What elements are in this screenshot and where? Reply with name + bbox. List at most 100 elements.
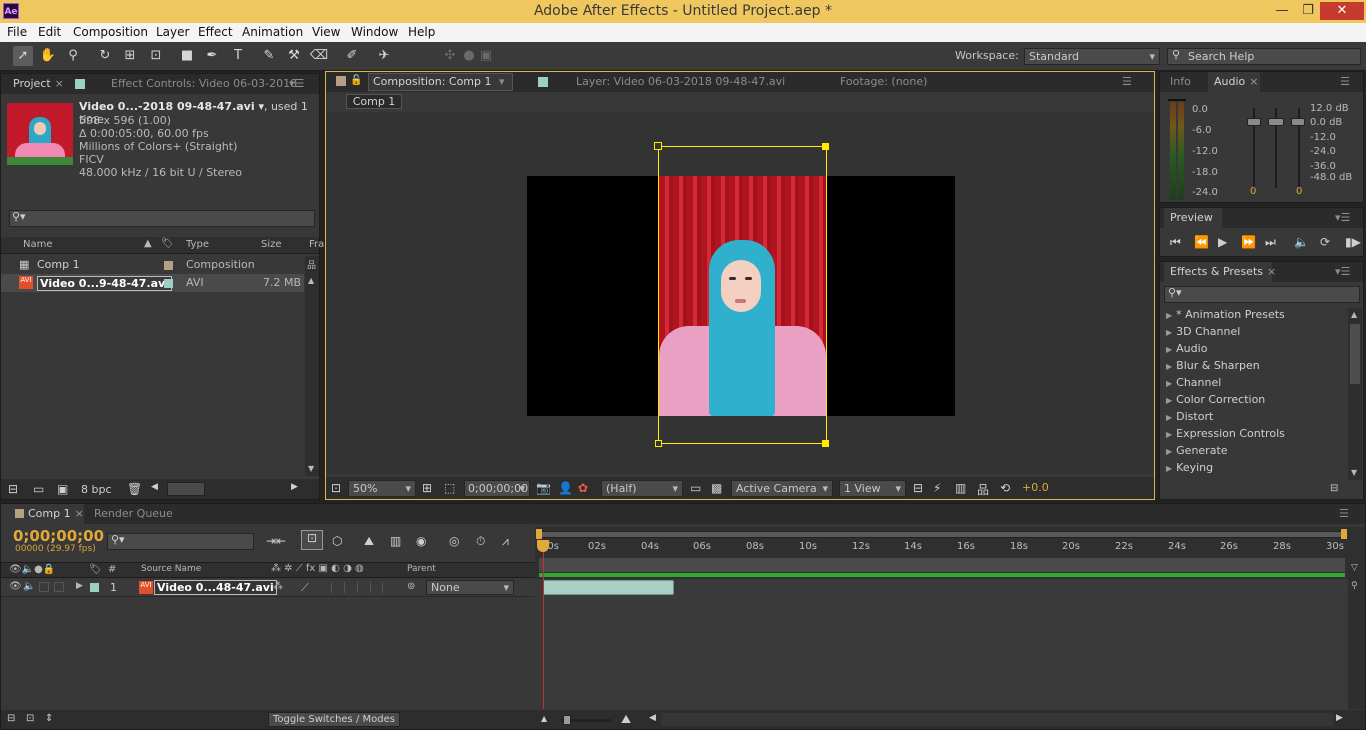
pan-behind-tool-icon[interactable]: ⊡: [146, 46, 166, 66]
resolution-grid-icon[interactable]: ⊞: [422, 481, 432, 495]
new-bin-icon[interactable]: ⊟: [1330, 483, 1338, 494]
rectangle-tool-icon[interactable]: ■: [177, 46, 197, 66]
scroll-right-icon[interactable]: ▶: [291, 482, 298, 492]
roto-brush-tool-icon[interactable]: ✐: [342, 46, 362, 66]
work-area-end-handle[interactable]: [1341, 529, 1347, 539]
timeline-vscroll[interactable]: ▽ ⚲: [1348, 562, 1365, 709]
comp-breadcrumb[interactable]: Comp 1: [346, 94, 402, 109]
tab-footage[interactable]: Footage: (none): [840, 75, 927, 88]
layer-name[interactable]: Video 0...48-47.avi: [154, 580, 277, 595]
menu-edit[interactable]: Edit: [38, 25, 61, 39]
color-channel-icon[interactable]: ✿: [578, 481, 588, 495]
live-update-icon[interactable]: ⊡: [301, 530, 323, 550]
col-frame-rate[interactable]: Fra: [309, 239, 324, 250]
ram-preview-icon[interactable]: ▮▶: [1345, 235, 1361, 249]
switch-boxes[interactable]: [331, 582, 383, 593]
tab-layer[interactable]: Layer: Video 06-03-2018 09-48-47.avi: [576, 75, 785, 88]
pen-tool-icon[interactable]: ✒: [202, 46, 222, 66]
solo-toggle[interactable]: [39, 582, 49, 592]
effects-category[interactable]: ▶ Color Correction: [1166, 393, 1265, 406]
col-parent[interactable]: Parent: [407, 564, 436, 574]
effects-search-input[interactable]: [1164, 286, 1360, 303]
audio-slider-left[interactable]: [1247, 118, 1261, 126]
layer-search-icon[interactable]: ⚲: [1351, 581, 1358, 591]
motion-blur-icon[interactable]: ◉: [416, 534, 426, 548]
col-name[interactable]: Name: [23, 239, 53, 250]
camera-tool-icon[interactable]: ⊞: [120, 46, 140, 66]
timeline-hscroll[interactable]: [661, 713, 1333, 726]
interpret-footage-icon[interactable]: ⊟: [8, 482, 18, 496]
eraser-tool-icon[interactable]: ⌫: [309, 46, 329, 66]
effects-category[interactable]: ▶ Audio: [1166, 342, 1207, 355]
pick-whip-icon[interactable]: ⊚: [407, 581, 415, 592]
current-time-field[interactable]: 0;00;00;00: [464, 480, 530, 497]
delete-icon[interactable]: 🗑: [127, 482, 142, 496]
region-of-interest-icon[interactable]: ⬚: [444, 481, 455, 495]
show-snapshot-icon[interactable]: 👤: [558, 481, 573, 495]
draft-3d-icon[interactable]: ⬡: [332, 534, 342, 548]
auto-keyframe-icon[interactable]: ⏱: [476, 534, 485, 549]
work-area-start-handle[interactable]: [536, 529, 542, 539]
flowchart-icon[interactable]: 品: [977, 481, 989, 498]
camera-dropdown[interactable]: Active Camera: [731, 480, 833, 497]
snapshot-camera-icon[interactable]: 📷: [536, 481, 551, 495]
minimize-icon[interactable]: —: [1270, 2, 1294, 20]
shy-switch-icon[interactable]: ⁂: [273, 581, 283, 592]
effects-category[interactable]: ▶ Channel: [1166, 376, 1221, 389]
project-search-input[interactable]: [9, 210, 315, 227]
hand-tool-icon[interactable]: ✋: [38, 46, 58, 66]
comp-mini-flowchart-icon[interactable]: ⇥⇤: [266, 534, 286, 548]
zoom-slider-knob[interactable]: [563, 715, 571, 725]
work-area-range[interactable]: [539, 558, 1345, 572]
effects-scrollbar[interactable]: ▲ ▼: [1348, 308, 1362, 480]
handle-bottom-right[interactable]: [822, 440, 829, 447]
text-tool-icon[interactable]: T: [228, 46, 248, 66]
zoom-dropdown[interactable]: 50%: [348, 480, 416, 497]
menu-window[interactable]: Window: [351, 25, 398, 39]
transparency-grid-icon[interactable]: ▩: [711, 481, 722, 495]
scroll-left-icon[interactable]: ◀: [649, 713, 656, 723]
timeline-search-input[interactable]: [107, 533, 254, 550]
playhead-handle[interactable]: [537, 540, 549, 552]
layer-duration-bar[interactable]: [543, 580, 674, 595]
menu-animation[interactable]: Animation: [242, 25, 303, 39]
effects-category[interactable]: ▶ * Animation Presets: [1166, 308, 1285, 321]
zoom-out-icon[interactable]: ▲: [541, 714, 547, 723]
effects-category[interactable]: ▶ Keying: [1166, 461, 1213, 474]
label-color[interactable]: [90, 583, 99, 592]
panel-menu-icon[interactable]: ▾☰: [1335, 211, 1350, 224]
anchor-handle[interactable]: [654, 142, 662, 150]
scroll-down-icon[interactable]: ▼: [1351, 468, 1357, 477]
effects-category[interactable]: ▶ Generate: [1166, 444, 1228, 457]
lock-toggle[interactable]: [54, 582, 64, 592]
scroll-left-icon[interactable]: ◀: [151, 482, 158, 492]
project-scrollbar[interactable]: 品 ▲ ▼: [305, 256, 319, 476]
new-folder-icon[interactable]: ▭: [33, 482, 44, 496]
handle-top-right[interactable]: [822, 143, 829, 150]
flowchart-icon[interactable]: 品: [307, 258, 316, 271]
view-layout-dropdown[interactable]: 1 View: [839, 480, 906, 497]
panel-menu-icon[interactable]: ☰: [1340, 75, 1350, 88]
menu-help[interactable]: Help: [408, 25, 435, 39]
panel-menu-icon[interactable]: ▾☰: [289, 77, 304, 90]
previous-frame-icon[interactable]: ⏪: [1194, 235, 1209, 249]
audio-toggle-icon[interactable]: 🔈: [23, 581, 35, 592]
zoom-tool-icon[interactable]: ⚲: [63, 46, 83, 66]
visibility-icon[interactable]: 👁: [9, 581, 22, 592]
effects-category[interactable]: ▶ 3D Channel: [1166, 325, 1240, 338]
expand-stretch-icon[interactable]: ⇕: [45, 713, 53, 724]
new-composition-icon[interactable]: ▣: [57, 482, 68, 496]
comp-viewer[interactable]: [326, 112, 1154, 474]
puppet-pin-tool-icon[interactable]: ✈: [374, 46, 394, 66]
tab-preview[interactable]: Preview: [1170, 211, 1213, 224]
project-row-video[interactable]: AVI Video 0...9-48-47.avi AVI 7.2 MB: [1, 274, 304, 292]
comp-dropdown-icon[interactable]: ▾: [499, 75, 505, 88]
timeline-timecode[interactable]: 0;00;00;00: [13, 527, 104, 545]
selection-tool-icon[interactable]: ➚: [13, 46, 33, 66]
tab-comp-timeline[interactable]: Comp 1 ×: [28, 507, 84, 520]
parent-dropdown[interactable]: None: [426, 580, 514, 595]
search-help-input[interactable]: Search Help: [1167, 48, 1361, 65]
expand-modes-icon[interactable]: ⊡: [26, 713, 34, 724]
effects-category[interactable]: ▶ Distort: [1166, 410, 1213, 423]
panel-menu-icon[interactable]: ☰: [1339, 507, 1349, 520]
